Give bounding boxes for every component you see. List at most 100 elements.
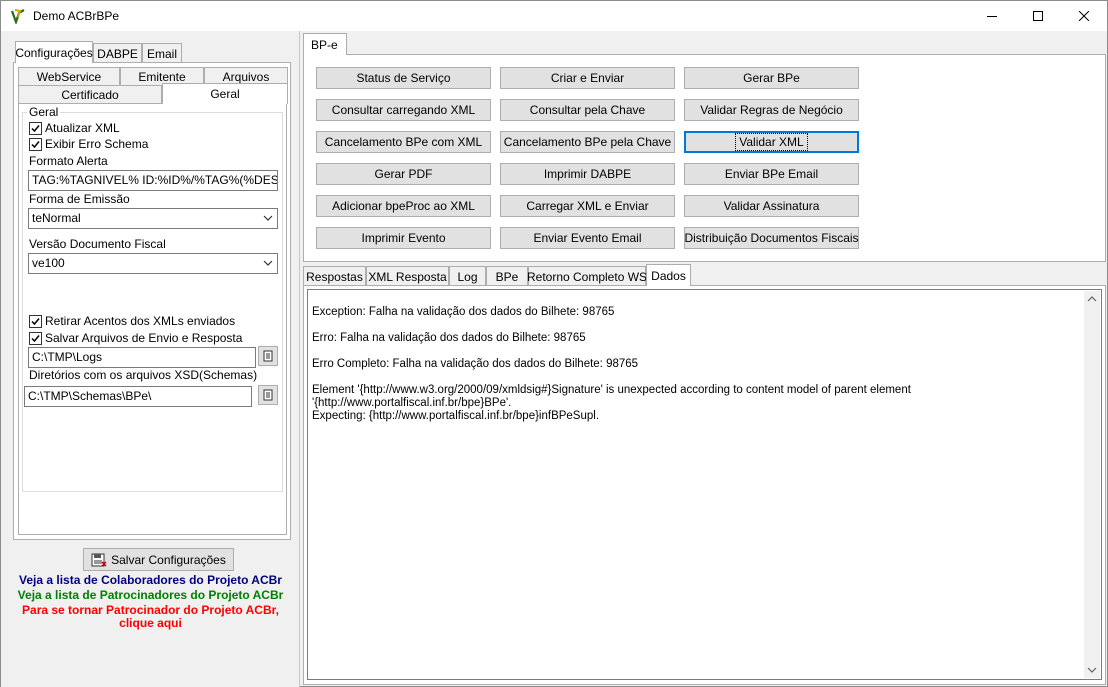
button-label: Validar XML xyxy=(735,133,808,151)
retirar-acentos-checkbox[interactable]: Retirar Acentos dos XMLs enviados xyxy=(29,314,235,328)
button-label: Criar e Enviar xyxy=(550,71,625,85)
atualizar-xml-checkbox[interactable]: Atualizar XML xyxy=(29,121,120,135)
gerar-pdf-button[interactable]: Gerar PDF xyxy=(316,163,491,185)
gerar-bpe-button[interactable]: Gerar BPe xyxy=(684,67,859,89)
salvar-arquivos-checkbox[interactable]: Salvar Arquivos de Envio e Resposta xyxy=(29,331,242,345)
memo-line: Erro: Falha na validação dos dados do Bi… xyxy=(312,332,586,344)
dados-page: Exception: Falha na validação dos dados … xyxy=(303,285,1106,685)
tab-log[interactable]: Log xyxy=(449,266,486,286)
folder-document-icon xyxy=(263,389,273,401)
versao-select[interactable]: ve100 xyxy=(28,253,278,274)
consultar-xml-button[interactable]: Consultar carregando XML xyxy=(316,99,491,121)
button-label: Cancelamento BPe pela Chave xyxy=(503,135,672,149)
dados-memo[interactable]: Exception: Falha na validação dos dados … xyxy=(307,289,1102,680)
validar-xml-button[interactable]: Validar XML xyxy=(684,131,859,153)
results-panel: Respostas XML Resposta Log BPe Retorno Compl… xyxy=(301,264,1108,687)
formato-alerta-input[interactable]: TAG:%TAGNIVEL% ID:%ID%/%TAG%(%DESCRICAO%… xyxy=(28,170,278,191)
scroll-down-icon xyxy=(1087,667,1097,673)
exibir-erro-schema-checkbox[interactable]: Exibir Erro Schema xyxy=(29,137,148,151)
carregar-enviar-button[interactable]: Carregar XML e Enviar xyxy=(500,195,675,217)
checkbox-box xyxy=(29,137,42,151)
bpe-page: Status de Serviço Criar e Enviar Gerar BPe… xyxy=(303,54,1106,262)
tab-email[interactable]: Email xyxy=(142,43,182,63)
button-label: Enviar Evento Email xyxy=(533,231,642,245)
memo-scrollbar[interactable] xyxy=(1084,291,1100,678)
title-bar: Demo ACBrBPe xyxy=(1,1,1107,31)
tab-dabpe[interactable]: DABPE xyxy=(93,43,142,63)
bpe-actions-panel: BP-e Status de Serviço Criar e Enviar Gera… xyxy=(301,31,1108,264)
consultar-chave-button[interactable]: Consultar pela Chave xyxy=(500,99,675,121)
button-label: Distribuição Documentos Fiscais xyxy=(684,231,859,245)
checkmark-icon xyxy=(31,140,40,148)
button-label: Adicionar bpeProc ao XML xyxy=(332,199,475,213)
cancelamento-chave-button[interactable]: Cancelamento BPe pela Chave xyxy=(500,131,675,153)
button-label: Validar Assinatura xyxy=(723,199,820,213)
left-panel: Configurações DABPE Email WebService Emi… xyxy=(1,31,300,687)
button-label: Enviar BPe Email xyxy=(724,167,819,181)
memo-line: Expecting: {http://www.portalfiscal.inf.… xyxy=(312,410,600,422)
acbr-logo-icon xyxy=(10,9,25,24)
window-title: Demo ACBrBPe xyxy=(33,9,120,23)
versao-label: Versão Documento Fiscal xyxy=(29,237,166,251)
validar-assinatura-button[interactable]: Validar Assinatura xyxy=(684,195,859,217)
tab-certificado[interactable]: Certificado xyxy=(18,85,162,103)
memo-line: Exception: Falha na validação dos dados … xyxy=(312,306,615,318)
close-button[interactable] xyxy=(1061,1,1107,31)
checkmark-icon xyxy=(31,334,40,342)
tab-webservice[interactable]: WebService xyxy=(18,67,120,85)
checkmark-icon xyxy=(31,124,40,132)
tab-retorno-completo-ws[interactable]: Retorno Completo WS xyxy=(527,266,647,286)
tab-configuracoes[interactable]: Configurações xyxy=(15,41,93,63)
validar-regras-button[interactable]: Validar Regras de Negócio xyxy=(684,99,859,121)
button-label: Imprimir Evento xyxy=(361,231,446,245)
browse-logs-button[interactable] xyxy=(258,346,278,366)
adicionar-bpeproc-button[interactable]: Adicionar bpeProc ao XML xyxy=(316,195,491,217)
cancelamento-xml-button[interactable]: Cancelamento BPe com XML xyxy=(316,131,491,153)
minimize-button[interactable] xyxy=(969,1,1015,31)
imprimir-evento-button[interactable]: Imprimir Evento xyxy=(316,227,491,249)
patrocinadores-link[interactable]: Veja a lista de Patrocinadores do Projet… xyxy=(1,588,300,602)
forma-emissao-select[interactable]: teNormal xyxy=(28,208,278,229)
checkbox-box xyxy=(29,331,42,345)
select-value: ve100 xyxy=(32,256,65,270)
tab-respostas[interactable]: Respostas xyxy=(303,266,366,286)
maximize-button[interactable] xyxy=(1015,1,1061,31)
button-label: Consultar carregando XML xyxy=(331,103,476,117)
tab-geral[interactable]: Geral xyxy=(162,83,288,104)
imprimir-dabpe-button[interactable]: Imprimir DABPE xyxy=(500,163,675,185)
button-label: Imprimir DABPE xyxy=(543,167,632,181)
folder-document-icon xyxy=(263,350,273,362)
criar-enviar-button[interactable]: Criar e Enviar xyxy=(500,67,675,89)
logs-path-input[interactable]: C:\TMP\Logs xyxy=(28,347,256,368)
configuracoes-page: WebService Emitente Arquivos Certificado… xyxy=(13,62,291,540)
select-value: teNormal xyxy=(32,211,81,225)
tab-bpe[interactable]: BP-e xyxy=(303,33,347,55)
close-icon xyxy=(1079,11,1089,21)
checkbox-label: Salvar Arquivos de Envio e Resposta xyxy=(45,331,243,345)
status-servico-button[interactable]: Status de Serviço xyxy=(316,67,491,89)
xsd-path-input[interactable]: C:\TMP\Schemas\BPe\ xyxy=(24,386,252,407)
button-label: Salvar Configurações xyxy=(111,552,226,567)
distribuicao-dfe-button[interactable]: Distribuição Documentos Fiscais xyxy=(684,227,859,249)
enviar-email-button[interactable]: Enviar BPe Email xyxy=(684,163,859,185)
checkbox-box xyxy=(29,314,42,328)
browse-xsd-button[interactable] xyxy=(258,385,278,405)
tab-dados[interactable]: Dados xyxy=(646,264,691,286)
colaboradores-link[interactable]: Veja a lista de Colaboradores do Projeto… xyxy=(1,573,300,587)
geral-groupbox xyxy=(22,112,283,492)
xsd-label: Diretórios com os arquivos XSD(Schemas) xyxy=(29,368,258,382)
maximize-icon xyxy=(1033,11,1043,21)
forma-emissao-label: Forma de Emissão xyxy=(29,192,130,206)
chevron-down-icon xyxy=(263,260,273,266)
checkmark-icon xyxy=(31,317,40,325)
clique-aqui-link[interactable]: clique aqui xyxy=(1,616,300,630)
scroll-up-icon xyxy=(1087,296,1097,302)
tab-bpe[interactable]: BPe xyxy=(486,266,528,286)
tab-xml-resposta[interactable]: XML Resposta xyxy=(366,266,449,286)
salvar-configuracoes-button[interactable]: Salvar Configurações xyxy=(83,548,234,571)
button-label: Carregar XML e Enviar xyxy=(526,199,649,213)
memo-line: Element '{http://www.w3.org/2000/09/xmld… xyxy=(312,384,911,409)
tornar-patrocinador-link[interactable]: Para se tornar Patrocinador do Projeto A… xyxy=(1,603,300,617)
button-label: Validar Regras de Negócio xyxy=(700,103,843,117)
enviar-evento-email-button[interactable]: Enviar Evento Email xyxy=(500,227,675,249)
